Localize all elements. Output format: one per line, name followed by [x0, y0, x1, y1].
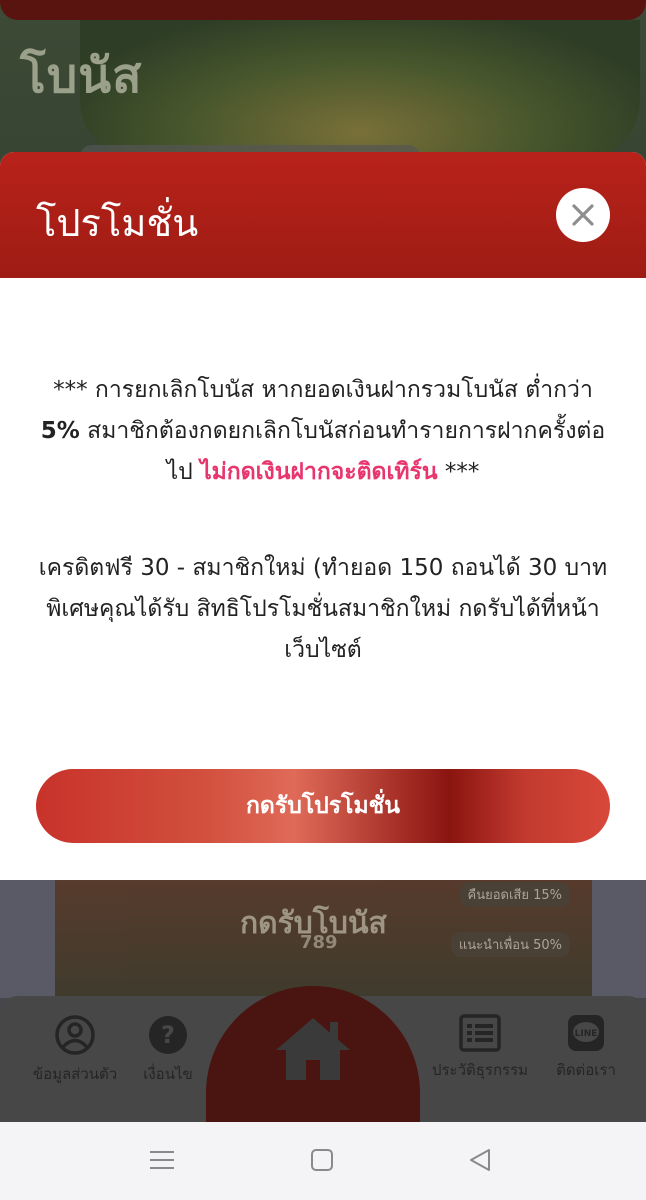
- nav-item-profile[interactable]: ข้อมูลส่วนตัว: [22, 1014, 128, 1086]
- nav-label: ติดต่อเรา: [556, 1061, 616, 1079]
- background-strip-right: [592, 880, 646, 998]
- question-icon: ?: [149, 1016, 187, 1054]
- nav-label: ประวัติธุรกรรม: [431, 1061, 529, 1079]
- menu-icon[interactable]: [148, 1146, 176, 1174]
- background-bonus-banner: กดรับโบนัส 789 คืนยอดเสีย 15% แนะนำเพื่อ…: [55, 880, 592, 998]
- nav-item-history[interactable]: ประวัติธุรกรรม: [424, 1014, 536, 1082]
- svg-text:?: ?: [161, 1021, 175, 1049]
- background-section-title: โบนัส: [20, 48, 143, 104]
- nav-label: ข้อมูลส่วนตัว: [32, 1065, 118, 1083]
- modal-body: *** การยกเลิกโบนัส หากยอดเงินฝากรวมโบนัส…: [30, 370, 616, 671]
- notice-percentage: 5%: [40, 418, 80, 444]
- modal-header: โปรโมชั่น: [0, 152, 646, 278]
- free-credit-description: เครดิตฟรี 30 - สมาชิกใหม่ (ทำยอด 150 ถอน…: [38, 555, 608, 663]
- bonus-cancel-notice: *** การยกเลิกโบนัส หากยอดเงินฝากรวมโบนัส…: [30, 370, 616, 493]
- line-chat-icon: LINE: [568, 1015, 604, 1051]
- close-icon: [572, 204, 594, 226]
- notice-text: *** การยกเลิกโบนัส หากยอดเงินฝากรวมโบนัส…: [53, 377, 593, 403]
- svg-text:LINE: LINE: [575, 1029, 598, 1039]
- modal-title: โปรโมชั่น: [36, 201, 199, 245]
- home-icon: [276, 1018, 350, 1080]
- home-square-icon[interactable]: [309, 1146, 335, 1174]
- close-button[interactable]: [556, 188, 610, 242]
- background-banner-art: [80, 20, 640, 160]
- claim-promotion-button[interactable]: กดรับโปรโมชั่น: [36, 769, 610, 843]
- banner-tag-cashback: คืนยอดเสีย 15%: [459, 882, 570, 907]
- promotion-modal: โปรโมชั่น *** การยกเลิกโบนัส หากยอดเงินฝ…: [0, 152, 646, 880]
- notice-text: ***: [437, 459, 480, 485]
- nav-item-terms[interactable]: ? เงื่อนไข: [132, 1014, 204, 1086]
- banner-tag-referral: แนะนำเพื่อน 50%: [450, 932, 570, 957]
- list-icon: [459, 1014, 501, 1052]
- nav-label: เงื่อนไข: [143, 1065, 193, 1083]
- user-circle-icon: [55, 1015, 95, 1055]
- nav-item-contact[interactable]: LINE ติดต่อเรา: [540, 1014, 632, 1082]
- system-navigation-bar: [0, 1122, 646, 1200]
- back-triangle-icon[interactable]: [466, 1146, 494, 1174]
- background-strip-left: [0, 880, 55, 998]
- banner-subtitle: 789: [300, 932, 338, 953]
- notice-warning: ไม่กดเงินฝากจะติดเทิร์น: [200, 459, 438, 485]
- background-top-bar: [0, 0, 646, 20]
